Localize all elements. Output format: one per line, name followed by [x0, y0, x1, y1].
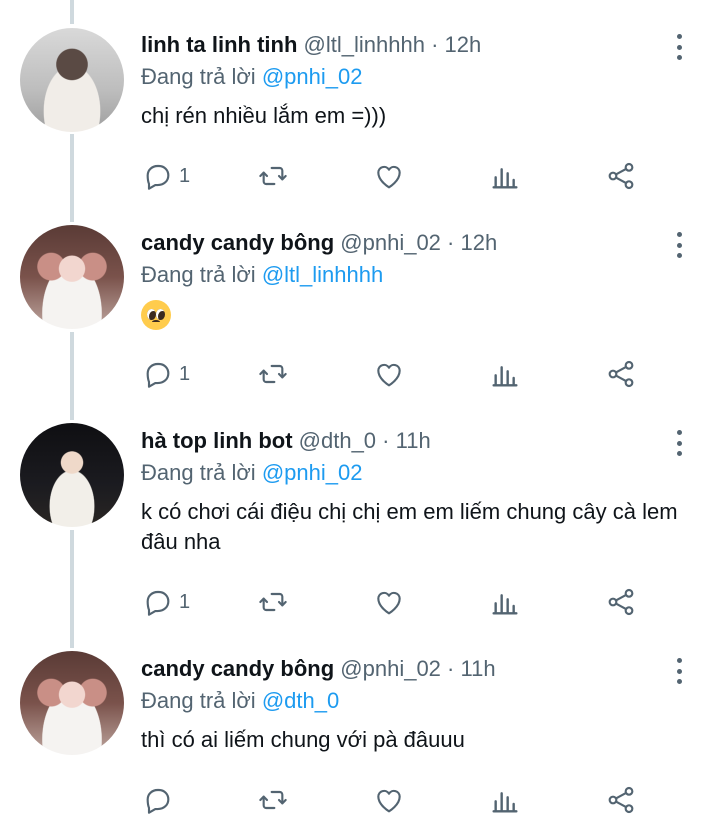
retweet-icon — [257, 586, 289, 618]
avatar[interactable] — [20, 225, 124, 329]
reply-count: 1 — [179, 164, 191, 187]
more-vertical-icon[interactable] — [672, 658, 686, 684]
share-button[interactable] — [605, 584, 637, 620]
retweet-icon — [257, 160, 289, 192]
replying-to: Đang trả lời @pnhi_02 — [141, 459, 690, 487]
avatar[interactable] — [20, 651, 124, 755]
heart-icon — [373, 160, 405, 192]
analytics-icon — [489, 160, 521, 192]
replying-to-label: Đang trả lời — [141, 64, 256, 89]
tweet[interactable]: candy candy bông @pnhi_02 · 11h Đang trả… — [0, 626, 720, 831]
timestamp[interactable]: 12h — [445, 32, 482, 57]
user-handle[interactable]: @pnhi_02 — [340, 656, 441, 681]
share-icon — [605, 358, 637, 390]
share-button[interactable] — [605, 356, 637, 392]
separator-dot: · — [431, 32, 439, 57]
action-bar — [141, 782, 641, 818]
reply-count: 1 — [179, 362, 191, 385]
analytics-icon — [489, 784, 521, 816]
like-button[interactable] — [373, 782, 405, 818]
tweet-header: candy candy bông @pnhi_02 · 12h — [141, 229, 690, 257]
retweet-icon — [257, 784, 289, 816]
separator-dot: · — [382, 428, 390, 453]
retweet-button[interactable] — [257, 584, 289, 620]
avatar[interactable] — [20, 28, 124, 132]
like-button[interactable] — [373, 158, 405, 194]
like-button[interactable] — [373, 584, 405, 620]
more-vertical-icon[interactable] — [672, 34, 686, 60]
reply-button[interactable]: 1 — [141, 158, 190, 194]
retweet-button[interactable] — [257, 356, 289, 392]
display-name[interactable]: candy candy bông — [141, 656, 334, 681]
timestamp[interactable]: 11h — [396, 428, 431, 453]
reply-icon — [141, 160, 173, 192]
share-button[interactable] — [605, 782, 637, 818]
replying-to-label: Đang trả lời — [141, 460, 256, 485]
timestamp[interactable]: 12h — [461, 230, 498, 255]
user-handle[interactable]: @pnhi_02 — [340, 230, 441, 255]
action-bar: 1 — [141, 584, 641, 620]
heart-icon — [373, 586, 405, 618]
replying-to-label: Đang trả lời — [141, 262, 256, 287]
user-handle[interactable]: @ltl_linhhhh — [304, 32, 425, 57]
heart-icon — [373, 358, 405, 390]
reply-icon — [141, 358, 173, 390]
share-icon — [605, 160, 637, 192]
views-button[interactable] — [489, 584, 521, 620]
action-bar: 1 — [141, 356, 641, 392]
timestamp[interactable]: 11h — [461, 656, 496, 681]
tweet-text — [141, 299, 690, 331]
tweet-header: candy candy bông @pnhi_02 · 11h — [141, 655, 690, 683]
display-name[interactable]: candy candy bông — [141, 230, 334, 255]
replying-to: Đang trả lời @dth_0 — [141, 687, 690, 715]
share-icon — [605, 586, 637, 618]
like-button[interactable] — [373, 356, 405, 392]
analytics-icon — [489, 358, 521, 390]
tweet-text: chị rén nhiều lắm em =))) — [141, 103, 387, 128]
avatar[interactable] — [20, 423, 124, 527]
reply-count: 1 — [179, 590, 191, 613]
retweet-button[interactable] — [257, 158, 289, 194]
reply-button[interactable]: 1 — [141, 584, 190, 620]
views-button[interactable] — [489, 356, 521, 392]
mention-link[interactable]: @dth_0 — [262, 688, 339, 713]
retweet-button[interactable] — [257, 782, 289, 818]
user-handle[interactable]: @dth_0 — [299, 428, 376, 453]
reply-icon — [141, 586, 173, 618]
replying-to-label: Đang trả lời — [141, 688, 256, 713]
tweet-text: thì có ai liếm chung với pà đâuuu — [141, 727, 465, 752]
separator-dot: · — [447, 230, 455, 255]
replying-to: Đang trả lời @ltl_linhhhh — [141, 261, 690, 289]
views-button[interactable] — [489, 782, 521, 818]
views-button[interactable] — [489, 158, 521, 194]
tweet[interactable]: hà top linh bot @dth_0 · 11h Đang trả lờ… — [0, 398, 720, 626]
separator-dot: · — [447, 656, 455, 681]
tweet-text: k có chơi cái điệu chị chị em em liếm ch… — [141, 499, 678, 554]
pleading-face-emoji — [141, 300, 171, 331]
more-vertical-icon[interactable] — [672, 232, 686, 258]
heart-icon — [373, 784, 405, 816]
reply-icon — [141, 784, 173, 816]
more-vertical-icon[interactable] — [672, 430, 686, 456]
mention-link[interactable]: @pnhi_02 — [262, 460, 363, 485]
tweet[interactable]: candy candy bông @pnhi_02 · 12h Đang trả… — [0, 200, 720, 398]
share-icon — [605, 784, 637, 816]
analytics-icon — [489, 586, 521, 618]
tweet[interactable]: linh ta linh tinh @ltl_linhhhh · 12h Đan… — [0, 0, 720, 200]
display-name[interactable]: hà top linh bot — [141, 428, 293, 453]
mention-link[interactable]: @ltl_linhhhh — [262, 262, 383, 287]
tweet-header: linh ta linh tinh @ltl_linhhhh · 12h — [141, 31, 690, 59]
reply-button[interactable]: 1 — [141, 356, 190, 392]
reply-button[interactable] — [141, 782, 173, 818]
retweet-icon — [257, 358, 289, 390]
display-name[interactable]: linh ta linh tinh — [141, 32, 297, 57]
action-bar: 1 — [141, 158, 641, 194]
tweet-header: hà top linh bot @dth_0 · 11h — [141, 427, 690, 455]
share-button[interactable] — [605, 158, 637, 194]
mention-link[interactable]: @pnhi_02 — [262, 64, 363, 89]
replying-to: Đang trả lời @pnhi_02 — [141, 63, 690, 91]
